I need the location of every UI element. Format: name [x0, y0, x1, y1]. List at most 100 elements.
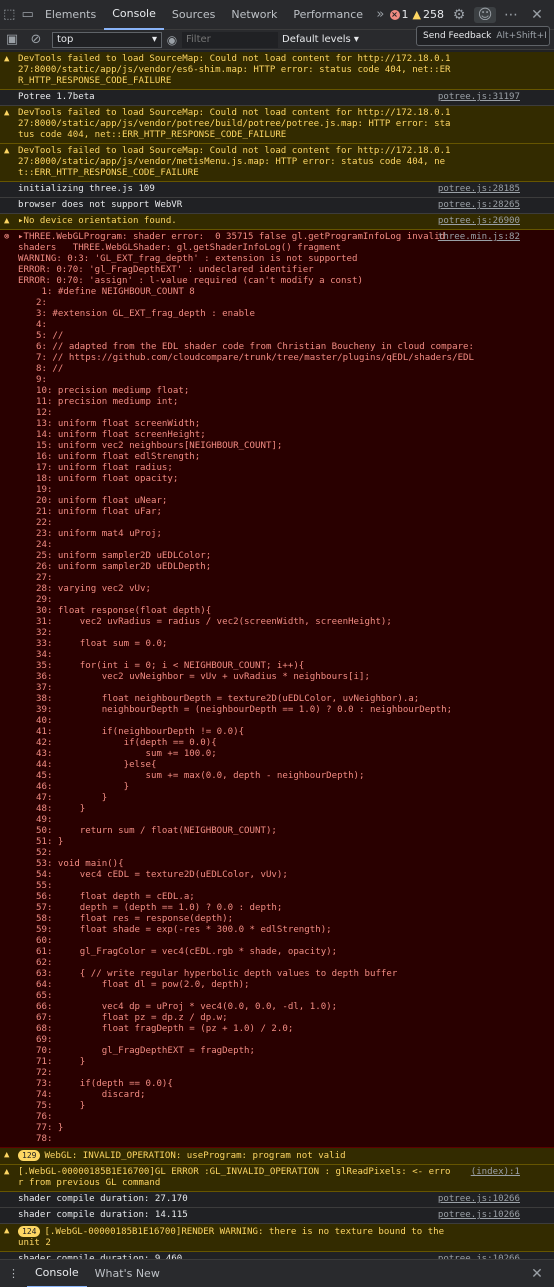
shader-line: 21: uniform float uFar;: [36, 507, 162, 517]
shader-line: 17: uniform float radius;: [36, 463, 173, 473]
log-levels-dropdown[interactable]: Default levels ▾: [282, 34, 359, 45]
filter-input[interactable]: [182, 31, 278, 48]
console-message: ▲ ▸No device orientation found. potree.js:…: [0, 214, 554, 230]
shader-line: 13: uniform float screenWidth;: [36, 419, 201, 429]
source-link[interactable]: potree.js:10266: [438, 1194, 520, 1205]
clear-console-icon[interactable]: ⊘: [24, 25, 48, 55]
shader-line: 75: }: [36, 1101, 86, 1111]
console-message: ⊗ ▸THREE.WebGLProgram: shader error: 0 35…: [0, 230, 554, 1148]
shader-line: 5: //: [36, 331, 64, 341]
send-feedback-tooltip[interactable]: Send Feedback Alt+Shift+I: [416, 26, 550, 46]
message-text: initializing three.js 109: [18, 184, 155, 194]
shader-line: 49:: [36, 815, 53, 825]
message-text: shader compile duration: 14.115: [18, 1210, 188, 1220]
shader-line: 53: void main(){: [36, 859, 124, 869]
shader-line: 56: float depth = cEDL.a;: [36, 892, 195, 902]
shader-line: 1: #define NEIGHBOUR_COUNT 8: [36, 287, 195, 297]
shader-line: 76:: [36, 1112, 53, 1122]
shader-line: 30: float response(float depth){: [36, 606, 212, 616]
shader-line: 31: vec2 uvRadius = radius / vec2(screen…: [36, 617, 392, 627]
source-link[interactable]: potree.js:28265: [438, 200, 520, 211]
shader-line: 22:: [36, 518, 53, 528]
shader-line: 71: }: [36, 1057, 86, 1067]
drawer-bar: ⋮ Console What's New ✕: [0, 1259, 554, 1287]
shader-line: 35: for(int i = 0; i < NEIGHBOUR_COUNT; …: [36, 661, 305, 671]
shader-line: 68: float fragDepth = (pz + 1.0) / 2.0;: [36, 1024, 294, 1034]
sidebar-toggle-icon[interactable]: ▣: [0, 25, 24, 55]
warning-count[interactable]: ▲ 258: [413, 8, 444, 21]
shader-line: 45: sum += max(0.0, depth - neighbourDep…: [36, 771, 365, 781]
console-message: shader compile duration: 27.170 potree.js…: [0, 1192, 554, 1208]
shader-line: 11: precision mediump int;: [36, 397, 179, 407]
tab-performance[interactable]: Performance: [285, 0, 371, 30]
console-message: Potree 1.7beta potree.js:31197: [0, 90, 554, 106]
source-link[interactable]: three.min.js:82: [438, 232, 520, 243]
repeat-count-badge: 124: [18, 1226, 41, 1237]
shader-line: 34:: [36, 650, 53, 660]
tab-console[interactable]: Console: [104, 0, 164, 30]
message-text: DevTools failed to load SourceMap: Could…: [18, 54, 451, 86]
shader-line: 41: if(neighbourDepth != 0.0){: [36, 727, 245, 737]
shader-line: 40:: [36, 716, 53, 726]
shader-line: 25: uniform sampler2D uEDLColor;: [36, 551, 212, 561]
shader-line: 23: uniform mat4 uProj;: [36, 529, 162, 539]
console-message: shader compile duration: 14.115 potree.js…: [0, 1208, 554, 1224]
shader-line: 20: uniform float uNear;: [36, 496, 168, 506]
close-devtools-icon[interactable]: ✕: [526, 7, 548, 23]
context-select[interactable]: top ▾: [52, 31, 162, 48]
error-icon: ⊗: [4, 232, 10, 242]
shader-line: 10: precision mediump float;: [36, 386, 190, 396]
tab-sources[interactable]: Sources: [164, 0, 224, 30]
message-text: DevTools failed to load SourceMap: Could…: [18, 146, 451, 178]
repeat-count-badge: 129: [18, 1150, 41, 1161]
shader-line: 27:: [36, 573, 53, 583]
shader-line: 32:: [36, 628, 53, 638]
shader-line: 48: }: [36, 804, 86, 814]
console-message: initializing three.js 109 potree.js:28185: [0, 182, 554, 198]
live-expression-eye-icon[interactable]: ◉: [162, 33, 182, 47]
message-text: WebGL: INVALID_OPERATION: useProgram: pr…: [44, 1151, 346, 1161]
drawer-tab-console[interactable]: Console: [27, 1260, 87, 1287]
shader-line: 38: float neighbourDepth = texture2D(uED…: [36, 694, 420, 704]
shader-line: 73: if(depth == 0.0){: [36, 1079, 173, 1089]
drawer-tab-whats-new[interactable]: What's New: [87, 1260, 168, 1287]
console-message: browser does not support WebVR potree.js:…: [0, 198, 554, 214]
warning-icon: ▲: [4, 1150, 10, 1160]
message-text: browser does not support WebVR: [18, 200, 183, 210]
source-link[interactable]: potree.js:31197: [438, 92, 520, 103]
source-link[interactable]: potree.js:26900: [438, 216, 520, 227]
shader-line: 29:: [36, 595, 53, 605]
console-messages[interactable]: ▲ DevTools failed to load SourceMap: Coul…: [0, 52, 554, 1259]
error-count[interactable]: × 1: [389, 8, 409, 21]
settings-gear-icon[interactable]: ⚙: [448, 7, 470, 23]
drawer-menu-icon[interactable]: ⋮: [0, 1260, 27, 1287]
shader-line: 62:: [36, 958, 53, 968]
shader-line: 64: float dl = pow(2.0, depth);: [36, 980, 250, 990]
source-link[interactable]: potree.js:10266: [438, 1210, 520, 1221]
shader-line: 39: neighbourDepth = (neighbourDepth == …: [36, 705, 453, 715]
shader-line: 52:: [36, 848, 53, 858]
console-message: ▲ [.WebGL-00000185B1E16700]GL ERROR :GL_I…: [0, 1165, 554, 1192]
feedback-icon[interactable]: ☺: [474, 6, 496, 23]
message-text: ▸THREE.WebGLProgram: shader error: 0 357…: [18, 232, 446, 286]
shader-line: 44: }else{: [36, 760, 157, 770]
shader-line: 33: float sum = 0.0;: [36, 639, 168, 649]
shader-line: 69:: [36, 1035, 53, 1045]
console-message: ▲ DevTools failed to load SourceMap: Coul…: [0, 106, 554, 144]
source-link[interactable]: (index):1: [471, 1167, 520, 1178]
shader-line: 36: vec2 uvNeighbor = vUv + uvRadius * n…: [36, 672, 370, 682]
shader-line: 7: // https://github.com/cloudcompare/tr…: [36, 353, 474, 363]
more-options-icon[interactable]: ⋯: [500, 7, 522, 23]
warning-icon: ▲: [4, 108, 10, 118]
source-link[interactable]: potree.js:28185: [438, 184, 520, 195]
shader-line: 8: //: [36, 364, 64, 374]
close-drawer-icon[interactable]: ✕: [526, 1266, 548, 1282]
tab-network[interactable]: Network: [223, 0, 285, 30]
more-tabs-icon[interactable]: »: [371, 0, 389, 30]
console-message: ▲ DevTools failed to load SourceMap: Coul…: [0, 144, 554, 182]
message-text: [.WebGL-00000185B1E16700]GL ERROR :GL_IN…: [18, 1167, 451, 1188]
shader-line: 15: uniform vec2 neighbours[NEIGHBOUR_CO…: [36, 441, 283, 451]
shader-line: 72:: [36, 1068, 53, 1078]
message-text: DevTools failed to load SourceMap: Could…: [18, 108, 451, 140]
shader-line: 65:: [36, 991, 53, 1001]
